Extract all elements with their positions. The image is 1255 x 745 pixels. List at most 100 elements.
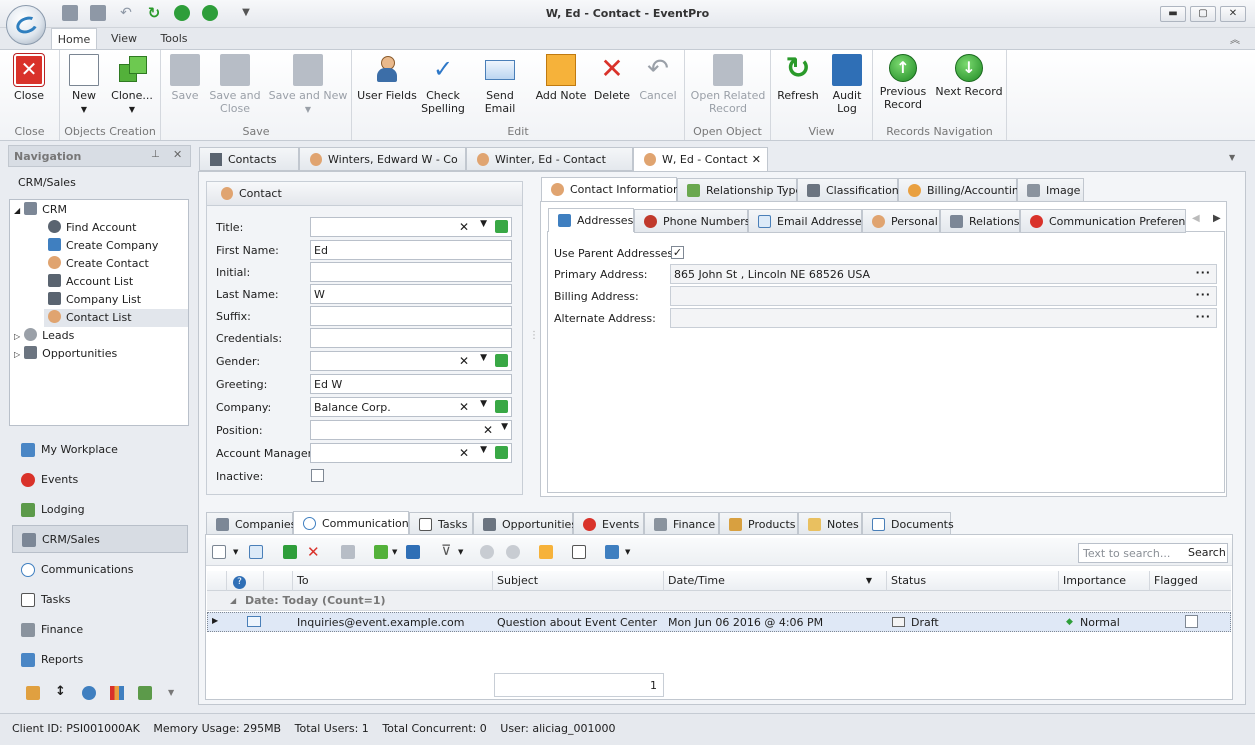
tab-opportunities[interactable]: Opportunities	[473, 512, 577, 536]
company-select[interactable]: Balance Corp. ✕ ▼	[310, 397, 512, 417]
globe-icon[interactable]	[82, 686, 96, 700]
column-help[interactable]: ?	[227, 571, 264, 591]
tab-home[interactable]: Home	[51, 28, 97, 50]
clipboard-icon[interactable]	[539, 545, 553, 559]
tab-personal[interactable]: Personal	[862, 209, 940, 233]
delete-icon[interactable]: ✕	[307, 543, 320, 561]
audit-log-button[interactable]: Audit Log	[825, 54, 869, 115]
column-subject[interactable]: Subject	[493, 571, 664, 591]
ellipsis-icon[interactable]: ···	[1195, 288, 1211, 301]
ellipsis-icon[interactable]: ···	[1195, 266, 1211, 279]
flag-icon[interactable]	[283, 545, 297, 559]
nav-communications[interactable]: Communications	[12, 556, 188, 584]
account-manager-select[interactable]: ✕ ▼	[310, 443, 512, 463]
tab-communication-preferences[interactable]: Communication Preferences	[1020, 209, 1186, 233]
send-email-button[interactable]: Send Email	[470, 54, 530, 115]
tree-item-account-list[interactable]: Account List	[48, 273, 133, 291]
new-item-icon[interactable]	[212, 545, 226, 559]
print-icon[interactable]	[341, 545, 355, 559]
move-down-icon[interactable]	[506, 545, 520, 559]
close-window-button[interactable]: ✕	[1220, 6, 1246, 22]
group-row[interactable]: Date: Today (Count=1)	[207, 591, 1231, 611]
nav-events[interactable]: Events	[12, 466, 188, 494]
save-button[interactable]: Save	[165, 54, 205, 102]
tab-list-dropdown-icon[interactable]: ▼	[1229, 153, 1235, 162]
gender-select[interactable]: ✕ ▼	[310, 351, 512, 371]
nav-tasks[interactable]: Tasks	[12, 586, 188, 614]
nav-lodging[interactable]: Lodging	[12, 496, 188, 524]
doc-tab-w-ed[interactable]: W, Ed - Contact ✕	[633, 147, 768, 172]
tree-node-leads[interactable]: ▷ Leads	[14, 327, 74, 345]
clear-icon[interactable]: ✕	[459, 400, 469, 414]
bar-chart-icon[interactable]	[110, 686, 124, 700]
close-navigation-icon[interactable]: ✕	[173, 148, 182, 161]
dropdown-icon[interactable]: ▼	[480, 219, 487, 229]
previous-record-button[interactable]: ↑ Previous Record	[877, 54, 929, 111]
new-dropdown-icon[interactable]: ▼	[233, 548, 238, 556]
doc-tab-winters-edward[interactable]: Winters, Edward W - Co	[299, 147, 466, 171]
doc-tab-contacts[interactable]: Contacts	[199, 147, 299, 171]
clear-icon[interactable]: ✕	[459, 220, 469, 234]
dropdown-icon[interactable]: ▼	[501, 422, 508, 432]
tab-email-addresses[interactable]: Email Addresses	[748, 209, 867, 233]
tab-relationship-type[interactable]: Relationship Type	[677, 178, 802, 202]
collapse-group-icon[interactable]: ◢	[230, 596, 236, 605]
lookup-grid-icon[interactable]	[495, 446, 508, 459]
tab-companies[interactable]: Companies	[206, 512, 296, 536]
credentials-field[interactable]	[310, 328, 512, 348]
suffix-field[interactable]	[310, 306, 512, 326]
scroll-left-icon[interactable]: ◀	[1192, 213, 1200, 224]
tab-events[interactable]: Events	[573, 512, 644, 536]
tree-item-create-contact[interactable]: Create Contact	[48, 255, 149, 273]
app-menu-button[interactable]	[6, 5, 46, 45]
export-icon[interactable]	[406, 545, 420, 559]
tab-documents[interactable]: Documents	[862, 512, 954, 536]
dropdown-icon[interactable]: ▼	[480, 445, 487, 455]
tab-view[interactable]: View	[106, 28, 142, 50]
ellipsis-icon[interactable]: ···	[1195, 310, 1211, 323]
close-tab-icon[interactable]: ✕	[752, 148, 761, 172]
scroll-right-icon[interactable]: ▶	[1213, 213, 1221, 224]
tab-billing-accounting[interactable]: Billing/Accounting	[898, 178, 1026, 202]
more-icon[interactable]: ▼	[168, 688, 174, 697]
tab-finance[interactable]: Finance	[644, 512, 719, 536]
copy-icon[interactable]	[374, 545, 388, 559]
dropdown-icon[interactable]: ▼	[480, 399, 487, 409]
tab-notes[interactable]: Notes	[798, 512, 862, 536]
inactive-checkbox[interactable]	[311, 469, 324, 482]
nav-my-workplace[interactable]: My Workplace	[12, 436, 188, 464]
tab-addresses[interactable]: Addresses	[548, 208, 634, 232]
delete-button[interactable]: ✕ Delete	[592, 54, 632, 103]
tab-tools[interactable]: Tools	[152, 28, 196, 50]
use-parent-addresses-checkbox[interactable]: ✓	[671, 246, 684, 259]
nav-finance[interactable]: Finance	[12, 616, 188, 644]
filter-icon[interactable]: ⊽	[441, 543, 451, 559]
column-flagged[interactable]: Flagged	[1150, 571, 1231, 591]
user-fields-button[interactable]: User Fields	[356, 54, 418, 102]
sort-arrows-icon[interactable]: ↕	[55, 684, 66, 699]
splitter-handle[interactable]: ⋮	[529, 330, 539, 341]
greeting-field[interactable]: Ed W	[310, 374, 512, 394]
clear-icon[interactable]: ✕	[459, 446, 469, 460]
column-to[interactable]: To	[293, 571, 493, 591]
new-button[interactable]: New ▼	[64, 54, 104, 116]
billing-address-field[interactable]: ···	[670, 286, 1217, 306]
tree-node-opportunities[interactable]: ▷ Opportunities	[14, 345, 117, 363]
tree-item-find-account[interactable]: Find Account	[48, 219, 136, 237]
tab-communications[interactable]: Communications	[293, 511, 414, 535]
tab-image[interactable]: Image	[1017, 178, 1084, 202]
lookup-grid-icon[interactable]	[495, 354, 508, 367]
preview-icon[interactable]	[572, 545, 586, 559]
tab-classification[interactable]: Classification	[797, 178, 899, 202]
clear-icon[interactable]: ✕	[459, 354, 469, 368]
grid-search-button[interactable]: Search	[1188, 546, 1226, 559]
save-and-new-button[interactable]: Save and New ▼	[267, 54, 349, 116]
check-spelling-button[interactable]: ✓ Check Spelling	[420, 54, 466, 115]
refresh-button[interactable]: ↻ Refresh	[775, 54, 821, 103]
tab-products[interactable]: Products	[719, 512, 798, 536]
copy-dropdown-icon[interactable]: ▼	[392, 548, 397, 556]
move-up-icon[interactable]	[480, 545, 494, 559]
clone-button[interactable]: Clone... ▼	[106, 54, 158, 116]
tree-item-company-list[interactable]: Company List	[48, 291, 141, 309]
cancel-button[interactable]: ↶ Cancel	[636, 54, 680, 102]
